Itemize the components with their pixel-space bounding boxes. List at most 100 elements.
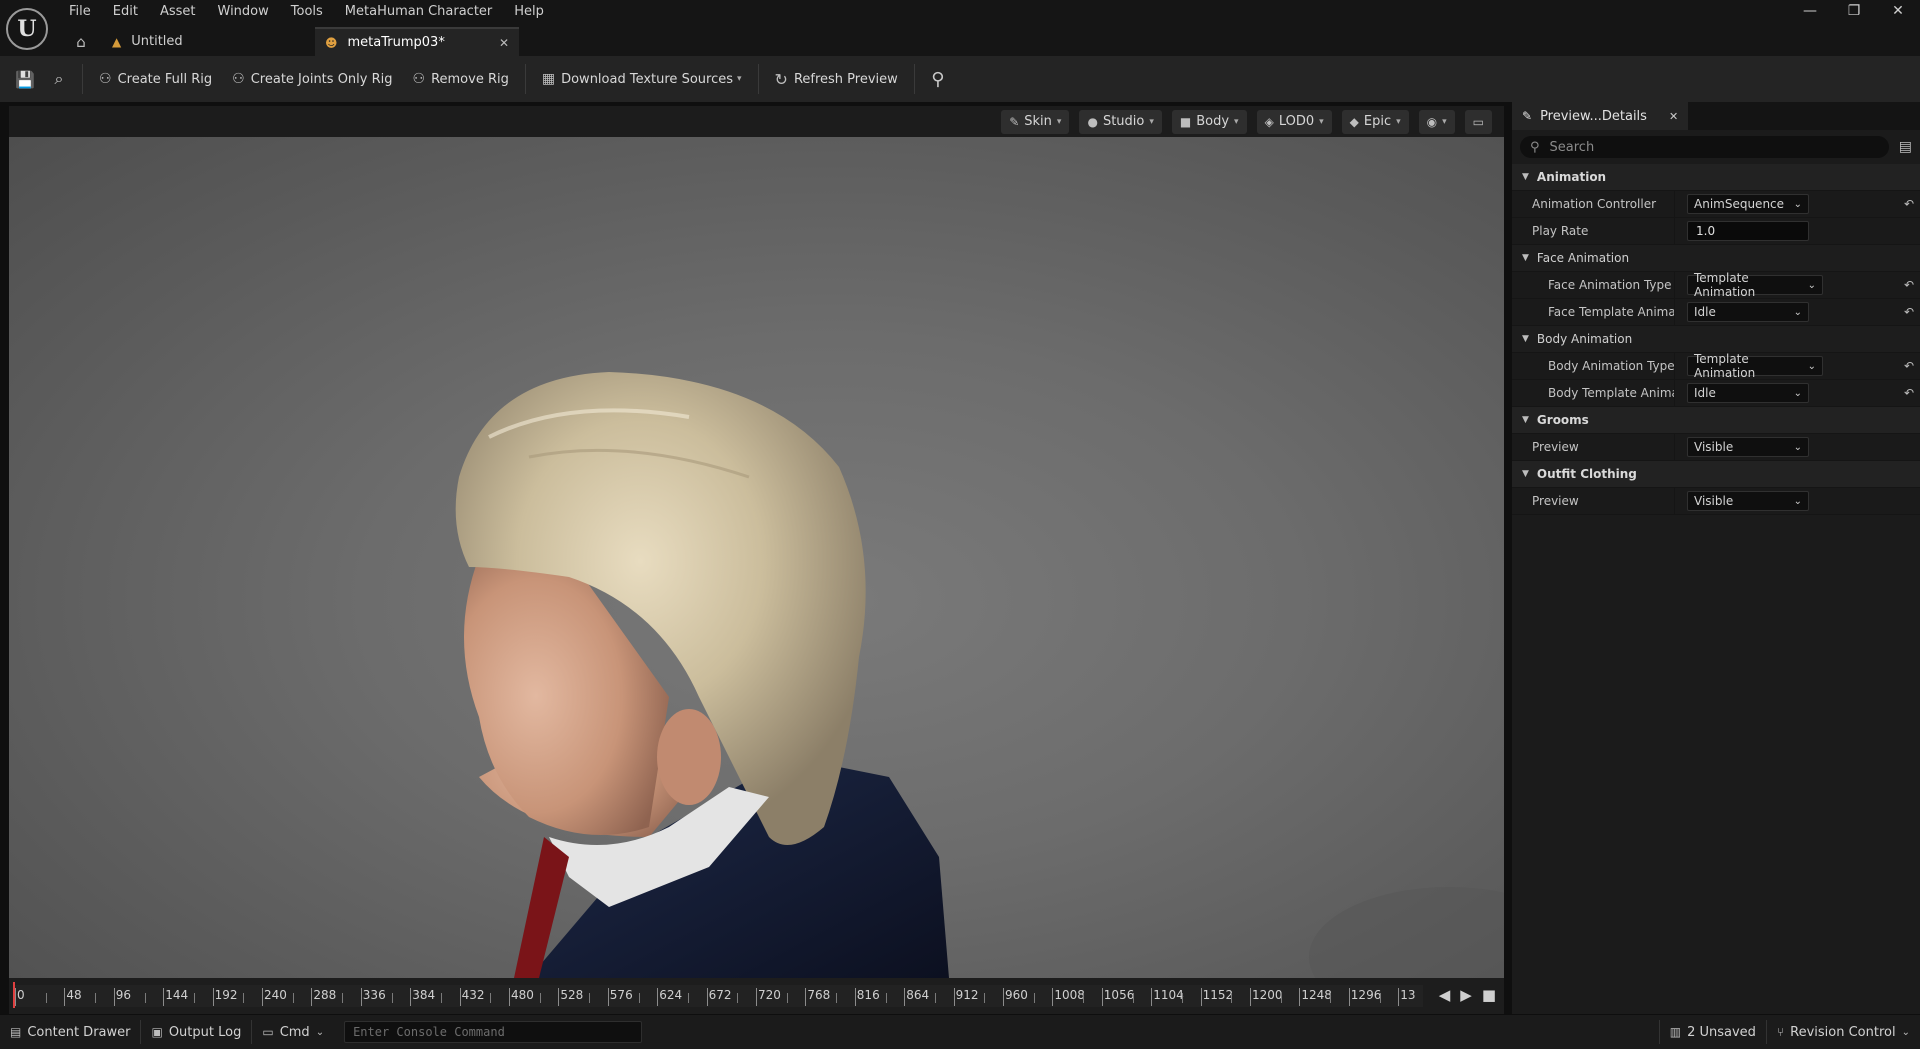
timeline-ruler[interactable]: 0 48 96 144 192 240 288 336 384 432 480 528 576 624 67… bbox=[13, 985, 1423, 1007]
collapse-triangle-icon: ▼ bbox=[1522, 415, 1529, 425]
viewport-settings-button[interactable]: ▭ bbox=[1464, 109, 1492, 134]
outfit-preview-combo[interactable]: Visible ⌄ bbox=[1687, 491, 1809, 511]
remove-rig-button[interactable]: ⚇ Remove Rig bbox=[403, 62, 519, 96]
menu-window[interactable]: Window bbox=[209, 0, 282, 22]
close-window-button[interactable]: ✕ bbox=[1876, 0, 1920, 24]
tab-untitled[interactable]: ▲ Untitled bbox=[102, 27, 315, 56]
stop-icon[interactable]: ■ bbox=[1482, 986, 1496, 1004]
home-icon[interactable]: ⌂ bbox=[60, 27, 102, 56]
metahuman-icon: ☻ bbox=[325, 35, 338, 50]
dropdown-icon: ▾ bbox=[737, 74, 742, 84]
minimize-button[interactable]: — bbox=[1788, 0, 1832, 24]
timeline-tick-label: 432 bbox=[459, 988, 485, 1006]
timeline-tick-label: 1056 bbox=[1101, 988, 1135, 1006]
body-dropdown[interactable]: ■ Body ▾ bbox=[1171, 109, 1247, 134]
section-title: Outfit Clothing bbox=[1536, 467, 1637, 481]
asset-toolbar: 💾 ⌕ ⚇ Create Full Rig ⚇ Create Joints On… bbox=[0, 56, 1920, 102]
refresh-preview-button[interactable]: ↻ Refresh Preview bbox=[765, 62, 908, 96]
prop-label: Body Animation Type bbox=[1512, 353, 1675, 379]
status-bar: ▤ Content Drawer ▣ Output Log ▭ Cmd ⌄ En… bbox=[0, 1014, 1920, 1049]
timeline-tick-label: 48 bbox=[64, 988, 82, 1006]
reset-to-default-icon[interactable]: ↶ bbox=[1904, 278, 1914, 292]
reset-to-default-icon[interactable]: ↶ bbox=[1904, 359, 1914, 373]
collapse-triangle-icon: ▼ bbox=[1522, 469, 1529, 479]
playhead[interactable] bbox=[13, 982, 15, 1008]
menu-edit[interactable]: Edit bbox=[104, 0, 151, 22]
section-body-animation[interactable]: ▼ Body Animation bbox=[1512, 326, 1920, 353]
lod-dropdown[interactable]: ◈ LOD0 ▾ bbox=[1256, 109, 1332, 134]
restore-button[interactable]: ❐ bbox=[1832, 0, 1876, 24]
play-icon[interactable]: ▶ bbox=[1460, 986, 1472, 1004]
diamond-icon: ◆ bbox=[1349, 114, 1359, 129]
download-texture-sources-button[interactable]: ▦ Download Texture Sources ▾ bbox=[532, 62, 752, 96]
chevron-down-icon: ⌄ bbox=[1901, 1026, 1910, 1038]
details-search-input[interactable]: ⚲ Search bbox=[1520, 136, 1889, 158]
combo-value: Visible bbox=[1694, 494, 1734, 508]
lod-label: LOD0 bbox=[1278, 114, 1315, 129]
face-animation-type-combo[interactable]: Template Animation ⌄ bbox=[1687, 271, 1823, 299]
save-icon[interactable]: 💾 bbox=[8, 62, 42, 96]
section-title: Grooms bbox=[1536, 413, 1589, 427]
menu-asset[interactable]: Asset bbox=[151, 0, 209, 22]
browse-asset-icon[interactable]: ⌕ bbox=[42, 62, 76, 96]
create-joints-only-rig-button[interactable]: ⚇ Create Joints Only Rig bbox=[222, 62, 402, 96]
chevron-down-icon: ▾ bbox=[1319, 116, 1324, 127]
reset-to-default-icon[interactable]: ↶ bbox=[1904, 305, 1914, 319]
tab-preview-details[interactable]: ✎ Preview...Details ✕ bbox=[1512, 102, 1689, 130]
view-options-dropdown[interactable]: ◉ ▾ bbox=[1418, 109, 1455, 134]
section-grooms[interactable]: ▼ Grooms bbox=[1512, 407, 1920, 434]
play-rate-input[interactable]: 1.0 bbox=[1687, 221, 1809, 241]
studio-dropdown[interactable]: ● Studio ▾ bbox=[1079, 109, 1162, 134]
reset-to-default-icon[interactable]: ↶ bbox=[1904, 386, 1914, 400]
play-reverse-icon[interactable]: ◀ bbox=[1439, 986, 1451, 1004]
table-settings-icon[interactable]: ▤ bbox=[1899, 139, 1912, 155]
console-command-input[interactable]: Enter Console Command bbox=[344, 1021, 643, 1043]
menu-metahuman-character[interactable]: MetaHuman Character bbox=[336, 0, 505, 22]
section-animation[interactable]: ▼ Animation bbox=[1512, 164, 1920, 191]
section-outfit-clothing[interactable]: ▼ Outfit Clothing bbox=[1512, 461, 1920, 488]
unsaved-button[interactable]: ▥ 2 Unsaved bbox=[1660, 1015, 1766, 1049]
revision-control-button[interactable]: ⑂ Revision Control ⌄ bbox=[1767, 1015, 1920, 1049]
light-bulb-icon: ● bbox=[1087, 114, 1098, 129]
menu-help[interactable]: Help bbox=[505, 0, 557, 22]
unreal-logo-icon[interactable]: U bbox=[6, 8, 48, 50]
grooms-preview-combo[interactable]: Visible ⌄ bbox=[1687, 437, 1809, 457]
face-template-animation-combo[interactable]: Idle ⌄ bbox=[1687, 302, 1809, 322]
timeline-minor-tick bbox=[490, 993, 492, 1003]
animation-controller-combo[interactable]: AnimSequence ⌄ bbox=[1687, 194, 1809, 214]
user-profile-icon[interactable]: ⚲ bbox=[921, 62, 955, 96]
output-log-button[interactable]: ▣ Output Log bbox=[141, 1015, 251, 1049]
timeline-minor-tick bbox=[95, 993, 97, 1003]
skin-dropdown[interactable]: ✎ Skin ▾ bbox=[1001, 109, 1070, 134]
quality-label: Epic bbox=[1363, 114, 1392, 129]
timeline-minor-tick bbox=[45, 993, 47, 1003]
close-tab-icon[interactable]: ✕ bbox=[1669, 110, 1678, 123]
close-tab-icon[interactable]: ✕ bbox=[499, 36, 509, 50]
menu-file[interactable]: File bbox=[60, 0, 104, 22]
branch-icon: ⑂ bbox=[1776, 1025, 1785, 1039]
viewport-3d[interactable] bbox=[9, 137, 1504, 978]
body-template-animation-combo[interactable]: Idle ⌄ bbox=[1687, 383, 1809, 403]
timeline-tick-label: 192 bbox=[212, 988, 238, 1006]
texture-checker-icon: ▦ bbox=[541, 71, 556, 87]
chevron-down-icon: ⌄ bbox=[1793, 387, 1802, 399]
tab-metatrump03[interactable]: ☻ metaTrump03* ✕ bbox=[315, 27, 519, 56]
menu-tools[interactable]: Tools bbox=[282, 0, 336, 22]
prop-label: Face Animation Type bbox=[1512, 272, 1675, 298]
create-full-rig-button[interactable]: ⚇ Create Full Rig bbox=[89, 62, 222, 96]
timeline-minor-tick bbox=[1280, 993, 1282, 1003]
content-drawer-button[interactable]: ▤ Content Drawer bbox=[0, 1015, 140, 1049]
timeline-tick-label: 528 bbox=[558, 988, 584, 1006]
timeline-tick-label: 384 bbox=[410, 988, 436, 1006]
timeline-tick-label: 864 bbox=[904, 988, 930, 1006]
terminal-icon: ▭ bbox=[262, 1025, 274, 1039]
cmd-dropdown[interactable]: ▭ Cmd ⌄ bbox=[252, 1015, 334, 1049]
reset-to-default-icon[interactable]: ↶ bbox=[1904, 197, 1914, 211]
section-face-animation[interactable]: ▼ Face Animation bbox=[1512, 245, 1920, 272]
quality-dropdown[interactable]: ◆ Epic ▾ bbox=[1341, 109, 1409, 134]
details-tab-bar: ✎ Preview...Details ✕ bbox=[1512, 102, 1920, 130]
chevron-down-icon: ▾ bbox=[1234, 116, 1239, 127]
timeline-tick-label: 0 bbox=[15, 988, 25, 1006]
timeline-minor-tick bbox=[440, 993, 442, 1003]
body-animation-type-combo[interactable]: Template Animation ⌄ bbox=[1687, 352, 1823, 380]
